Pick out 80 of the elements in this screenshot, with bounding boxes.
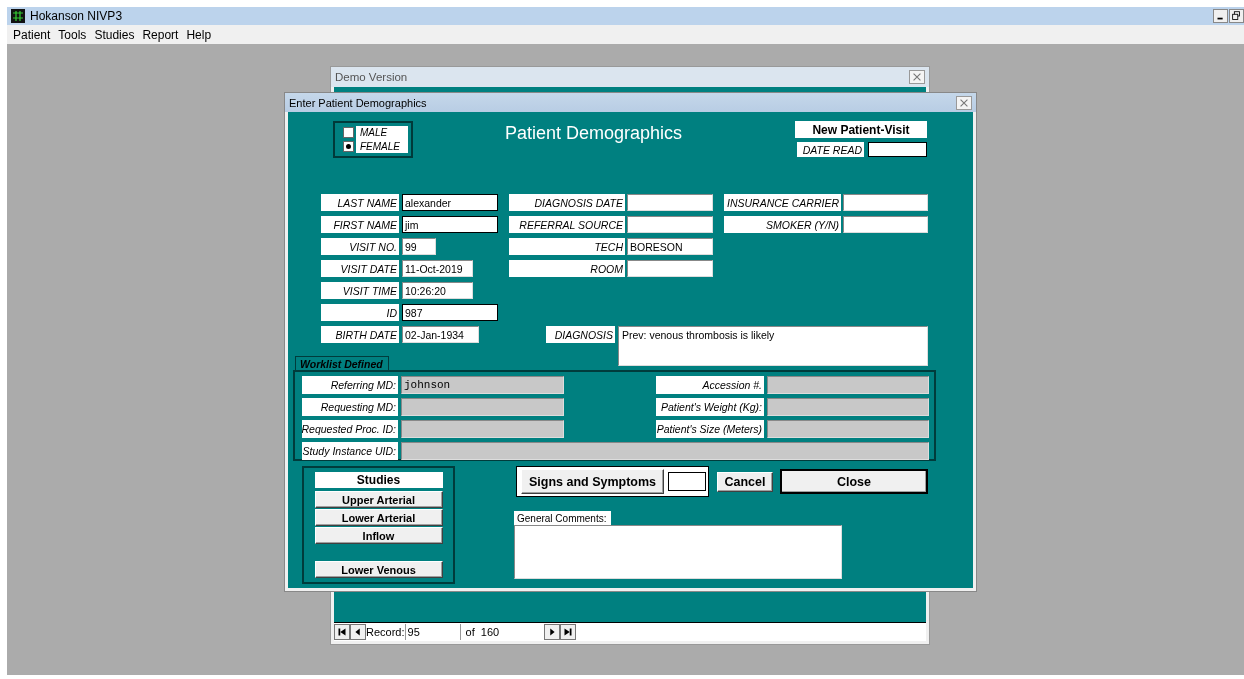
radio-button[interactable] — [343, 127, 354, 138]
menu-item[interactable]: Patient — [9, 27, 55, 42]
close-button[interactable]: Close — [780, 469, 928, 494]
field-label: Patient's Size (Meters) — [656, 420, 764, 438]
text-field[interactable] — [843, 216, 928, 233]
field-label: FIRST NAME — [321, 216, 399, 233]
field-label: VISIT DATE — [321, 260, 399, 277]
menu-item[interactable]: Help — [182, 27, 216, 42]
app-icon — [11, 9, 25, 23]
menu-item[interactable]: Tools — [54, 27, 91, 42]
field-label: TECH — [509, 238, 625, 255]
window-title: Demo Version — [335, 71, 408, 83]
study-button[interactable]: Upper Arterial — [314, 491, 443, 508]
group-title: Studies — [314, 472, 443, 488]
text-field[interactable]: 10:26:20 — [402, 282, 473, 299]
field-label: SMOKER (Y/N) — [724, 216, 841, 233]
field-label: Accession #. — [656, 376, 764, 394]
study-button[interactable]: Lower Venous — [314, 561, 443, 578]
field-label: Study Instance UID: — [302, 442, 398, 460]
menu-item[interactable]: Report — [138, 27, 183, 42]
text-field[interactable]: alexander — [402, 194, 498, 211]
text-field[interactable] — [401, 398, 564, 416]
comments-field[interactable] — [514, 525, 842, 579]
text-field[interactable]: BORESON — [627, 238, 713, 255]
field-label: DIAGNOSIS — [546, 326, 615, 343]
field-label: ROOM — [509, 260, 625, 277]
restore-icon[interactable] — [1229, 9, 1244, 23]
text-field[interactable]: jim — [402, 216, 498, 233]
study-button[interactable]: Lower Arterial — [314, 509, 443, 526]
text-field[interactable] — [668, 472, 706, 491]
text-field[interactable] — [627, 216, 713, 233]
field-label: General Comments: — [514, 511, 611, 525]
window-title: Hokanson NIVP3 — [30, 9, 123, 23]
minimize-icon[interactable] — [1213, 9, 1228, 23]
radio-label: FEMALE — [360, 141, 400, 152]
field-label: LAST NAME — [321, 194, 399, 211]
field-label: Referring MD: — [302, 376, 398, 394]
text-field[interactable] — [401, 442, 929, 460]
field-label: Requesting MD: — [302, 398, 398, 416]
close-icon[interactable] — [956, 95, 972, 110]
text-field[interactable]: 987 — [402, 304, 498, 321]
field-label: REFERRAL SOURCE — [509, 216, 625, 233]
field-label: DATE READ — [797, 142, 864, 157]
text-field[interactable] — [767, 398, 929, 416]
text-field[interactable]: johnson — [401, 376, 564, 394]
text-field[interactable] — [767, 376, 929, 394]
record-label: Record: — [366, 626, 405, 638]
text-field[interactable] — [627, 194, 713, 211]
text-field[interactable]: 11-Oct-2019 — [402, 260, 473, 277]
text-field[interactable]: 02-Jan-1934 — [402, 326, 479, 343]
text-field[interactable] — [401, 420, 564, 438]
next-record-icon[interactable] — [543, 624, 560, 640]
field-label: INSURANCE CARRIER — [724, 194, 841, 211]
record-field[interactable]: 95 — [404, 624, 460, 640]
field-label: Requested Proc. ID: — [302, 420, 398, 438]
record-count: of 160 — [459, 624, 544, 640]
radio-label: MALE — [360, 127, 389, 138]
close-icon[interactable] — [909, 70, 925, 84]
menu-item[interactable]: Studies — [90, 27, 139, 42]
field-label: Patient's Weight (Kg): — [656, 398, 764, 416]
field-label: VISIT NO. — [321, 238, 399, 255]
cancel-button[interactable]: Cancel — [717, 471, 773, 492]
previous-record-icon[interactable] — [350, 624, 366, 640]
dialog-title: Enter Patient Demographics — [289, 96, 427, 109]
visit-type-label: New Patient-Visit — [795, 121, 927, 138]
field-label: VISIT TIME — [321, 282, 399, 299]
form-heading: Patient Demographics — [505, 123, 683, 144]
field-label: BIRTH DATE — [321, 326, 399, 343]
signs-button[interactable]: Signs and Symptoms — [521, 469, 664, 494]
text-field[interactable] — [767, 420, 929, 438]
field-label: ID — [321, 304, 399, 321]
study-button[interactable]: Inflow — [314, 527, 443, 544]
text-field[interactable]: 99 — [402, 238, 436, 255]
text-field[interactable] — [843, 194, 928, 211]
radio-button[interactable] — [343, 141, 354, 152]
date-field[interactable] — [868, 142, 927, 157]
text-field[interactable] — [627, 260, 713, 277]
diagnosis-field[interactable]: Prev: venous thrombosis is likely — [618, 326, 928, 366]
first-record-icon[interactable] — [334, 624, 350, 640]
field-label: DIAGNOSIS DATE — [509, 194, 625, 211]
